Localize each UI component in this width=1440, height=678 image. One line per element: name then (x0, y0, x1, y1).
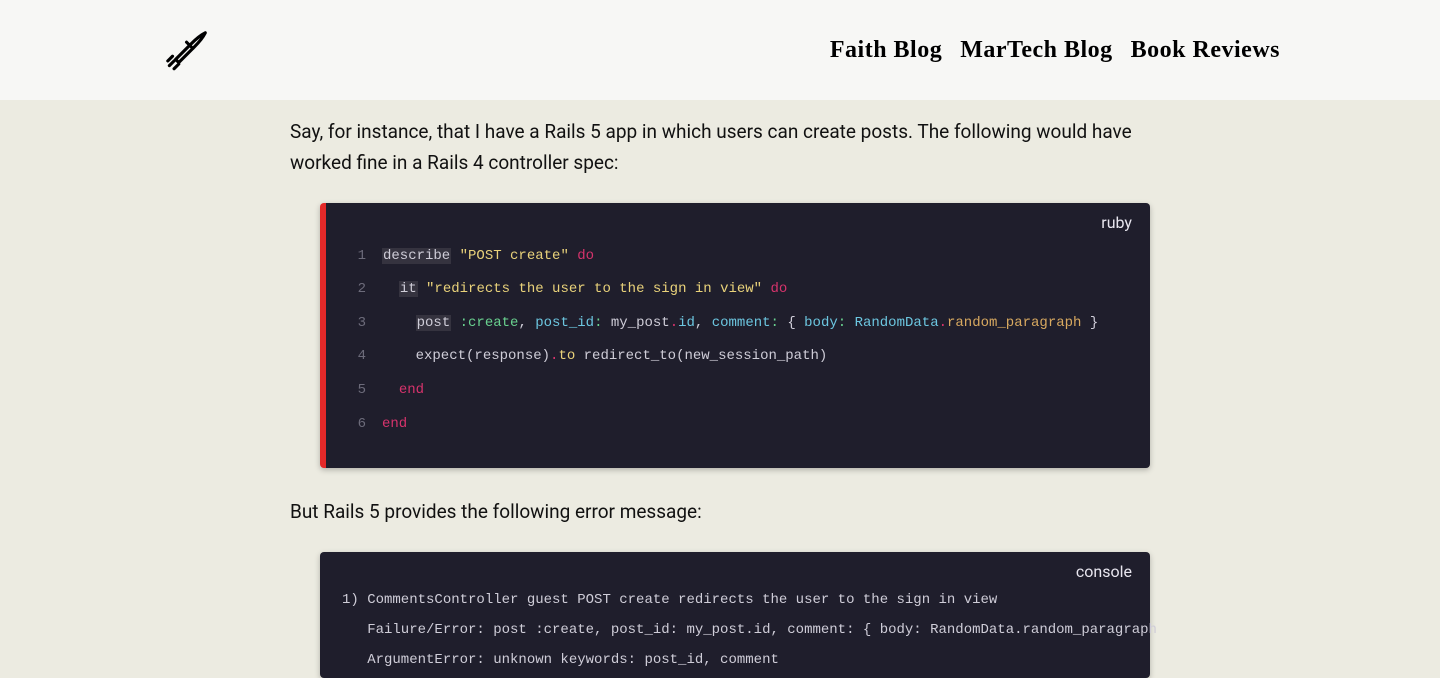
code-content: end (382, 381, 424, 401)
nav-link-faith-blog[interactable]: Faith Blog (830, 37, 942, 64)
console-line: 1) CommentsController guest POST create … (342, 592, 1128, 608)
line-number: 6 (348, 415, 382, 435)
rocket-icon (160, 25, 210, 75)
line-number: 1 (348, 247, 382, 267)
line-number: 4 (348, 347, 382, 367)
code-language-label: ruby (1101, 213, 1132, 232)
code-line: 3 post :create, post_id: my_post.id, com… (348, 314, 1128, 334)
site-header: Faith Blog MarTech Blog Book Reviews (0, 0, 1440, 100)
code-block-ruby: ruby 1describe "POST create" do2 it "red… (320, 203, 1150, 469)
code-line: 6end (348, 415, 1128, 435)
code-line: 1describe "POST create" do (348, 247, 1128, 267)
nav-link-martech-blog[interactable]: MarTech Blog (960, 37, 1112, 64)
code-line: 5 end (348, 381, 1128, 401)
code-content: end (382, 415, 407, 435)
nav-link-book-reviews[interactable]: Book Reviews (1131, 37, 1280, 64)
console-line: ArgumentError: unknown keywords: post_id… (342, 652, 1128, 668)
site-logo[interactable] (160, 25, 210, 75)
console-language-label: console (1076, 562, 1132, 581)
console-line: Failure/Error: post :create, post_id: my… (342, 622, 1128, 638)
article-body: Say, for instance, that I have a Rails 5… (290, 100, 1150, 678)
code-content: describe "POST create" do (382, 247, 594, 267)
code-line: 4 expect(response).to redirect_to(new_se… (348, 347, 1128, 367)
code-content: post :create, post_id: my_post.id, comme… (382, 314, 1098, 334)
primary-nav: Faith Blog MarTech Blog Book Reviews (830, 37, 1280, 64)
code-content: expect(response).to redirect_to(new_sess… (382, 347, 827, 367)
code-content: it "redirects the user to the sign in vi… (382, 280, 787, 300)
error-intro-paragraph: But Rails 5 provides the following error… (290, 496, 1150, 527)
code-line: 2 it "redirects the user to the sign in … (348, 280, 1128, 300)
intro-paragraph: Say, for instance, that I have a Rails 5… (290, 116, 1150, 179)
line-number: 2 (348, 280, 382, 300)
code-block-console: console 1) CommentsController guest POST… (320, 552, 1150, 678)
line-number: 5 (348, 381, 382, 401)
line-number: 3 (348, 314, 382, 334)
